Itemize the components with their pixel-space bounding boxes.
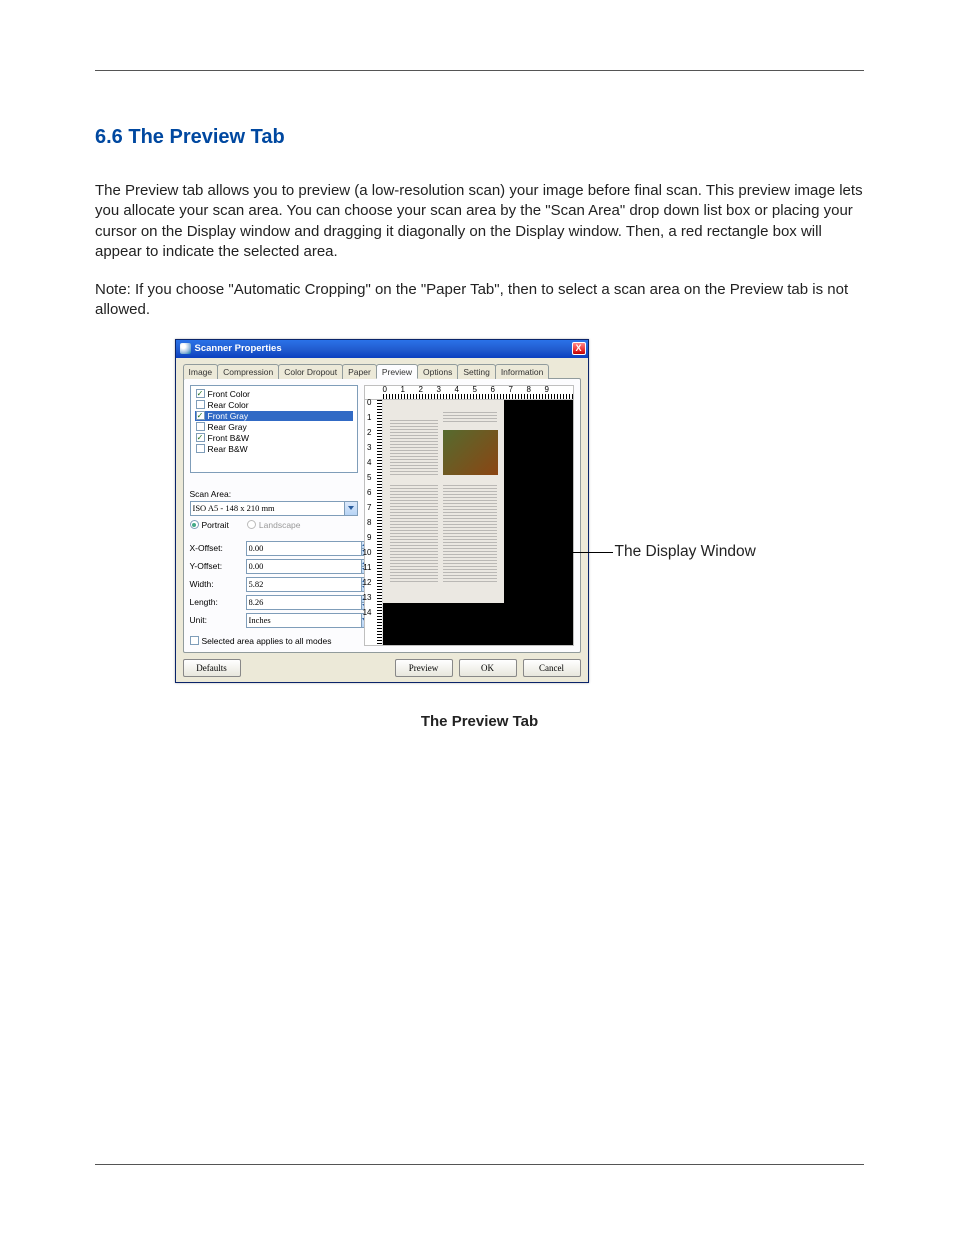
portrait-radio[interactable] <box>190 520 199 529</box>
ruler-v-tick: 3 <box>367 443 371 452</box>
ruler-vertical: 01234567891011121314 <box>365 400 383 645</box>
checkbox-icon[interactable] <box>196 389 205 398</box>
mode-label: Front B&W <box>208 433 250 443</box>
preview-photo <box>443 430 498 475</box>
unit-label: Unit: <box>190 615 242 625</box>
defaults-button[interactable]: Defaults <box>183 659 241 677</box>
titlebar[interactable]: Scanner Properties X <box>176 340 588 358</box>
scan-bed[interactable] <box>383 400 573 645</box>
xoffset-label: X-Offset: <box>190 543 242 553</box>
tab-setting[interactable]: Setting <box>457 364 495 379</box>
chevron-down-icon[interactable] <box>345 501 358 516</box>
callout-line <box>565 552 613 553</box>
width-input[interactable] <box>246 577 308 592</box>
landscape-radio <box>247 520 256 529</box>
close-icon[interactable]: X <box>572 342 586 355</box>
scan-area-label: Scan Area: <box>190 489 242 499</box>
ruler-v-tick: 7 <box>367 503 371 512</box>
window-title: Scanner Properties <box>195 343 282 354</box>
dialog-figure: Scanner Properties X ImageCompressionCol… <box>175 339 785 699</box>
note-paragraph: Note: If you choose "Automatic Cropping"… <box>95 280 864 321</box>
width-label: Width: <box>190 579 242 589</box>
mode-list[interactable]: Front ColorRear ColorFront GrayRear Gray… <box>190 385 358 473</box>
ruler-v-tick: 14 <box>363 608 372 617</box>
ruler-h-tick: 0 <box>383 385 387 394</box>
bottom-rule <box>95 1164 864 1165</box>
mode-label: Front Color <box>208 389 251 399</box>
intro-paragraph: The Preview tab allows you to preview (a… <box>95 181 864 262</box>
tab-paper[interactable]: Paper <box>342 364 377 379</box>
ruler-h-tick: 4 <box>455 385 459 394</box>
tab-compression[interactable]: Compression <box>217 364 279 379</box>
tab-options[interactable]: Options <box>417 364 458 379</box>
ruler-h-tick: 5 <box>473 385 477 394</box>
mode-label: Front Gray <box>208 411 249 421</box>
length-label: Length: <box>190 597 242 607</box>
ruler-v-tick: 10 <box>363 548 372 557</box>
ruler-h-tick: 8 <box>527 385 531 394</box>
scan-area-combo[interactable] <box>190 501 358 516</box>
yoffset-label: Y-Offset: <box>190 561 242 571</box>
tab-preview[interactable]: Preview <box>376 364 418 379</box>
ruler-v-tick: 5 <box>367 473 371 482</box>
ruler-h-tick: 7 <box>509 385 513 394</box>
mode-rear-color[interactable]: Rear Color <box>195 400 353 410</box>
tab-image[interactable]: Image <box>183 364 219 379</box>
tab-color-dropout[interactable]: Color Dropout <box>278 364 343 379</box>
mode-front-gray[interactable]: Front Gray <box>195 411 353 421</box>
mode-rear-gray[interactable]: Rear Gray <box>195 422 353 432</box>
unit-combo[interactable] <box>246 613 358 628</box>
checkbox-icon[interactable] <box>196 422 205 431</box>
tab-information[interactable]: Information <box>495 364 550 379</box>
ruler-h-tick: 1 <box>401 385 405 394</box>
ok-button[interactable]: OK <box>459 659 517 677</box>
checkbox-icon[interactable] <box>196 433 205 442</box>
mode-front-color[interactable]: Front Color <box>195 389 353 399</box>
checkbox-icon[interactable] <box>196 400 205 409</box>
applies-all-label: Selected area applies to all modes <box>202 636 332 646</box>
preview-page <box>383 400 505 603</box>
tab-strip: ImageCompressionColor DropoutPaperPrevie… <box>183 364 581 379</box>
ruler-v-tick: 0 <box>367 398 371 407</box>
ruler-h-tick: 2 <box>419 385 423 394</box>
portrait-label: Portrait <box>202 520 229 530</box>
ruler-v-tick: 11 <box>363 563 371 572</box>
scan-area-value <box>190 501 345 516</box>
ruler-h-tick: 6 <box>491 385 495 394</box>
mode-rear-b-w[interactable]: Rear B&W <box>195 444 353 454</box>
figure-caption: The Preview Tab <box>95 713 864 730</box>
app-icon <box>180 343 191 354</box>
ruler-h-tick: 9 <box>545 385 549 394</box>
ruler-v-tick: 8 <box>367 518 371 527</box>
mode-label: Rear B&W <box>208 444 248 454</box>
checkbox-icon[interactable] <box>196 411 205 420</box>
display-window[interactable]: 0123456789 01234567891011121314 <box>364 385 574 646</box>
ruler-v-tick: 9 <box>367 533 371 542</box>
ruler-v-tick: 12 <box>363 578 372 587</box>
ruler-v-tick: 1 <box>367 413 371 422</box>
scanner-properties-dialog: Scanner Properties X ImageCompressionCol… <box>175 339 589 683</box>
mode-front-b-w[interactable]: Front B&W <box>195 433 353 443</box>
mode-label: Rear Gray <box>208 422 247 432</box>
ruler-v-tick: 6 <box>367 488 371 497</box>
checkbox-icon[interactable] <box>196 444 205 453</box>
ruler-v-tick: 13 <box>363 593 372 602</box>
mode-label: Rear Color <box>208 400 249 410</box>
applies-all-checkbox[interactable] <box>190 636 199 645</box>
preview-button[interactable]: Preview <box>395 659 453 677</box>
top-rule <box>95 70 864 71</box>
yoffset-input[interactable] <box>246 559 308 574</box>
callout-label: The Display Window <box>615 541 756 563</box>
ruler-v-tick: 4 <box>367 458 371 467</box>
xoffset-input[interactable] <box>246 541 308 556</box>
ruler-h-tick: 3 <box>437 385 441 394</box>
ruler-horizontal: 0 1 2 3 4 5 6 7 8 9 <box>364 385 574 399</box>
preview-tab-panel: Front ColorRear ColorFront GrayRear Gray… <box>183 378 581 653</box>
landscape-label: Landscape <box>259 520 301 530</box>
length-input[interactable] <box>246 595 308 610</box>
section-title: 6.6 The Preview Tab <box>95 126 864 149</box>
cancel-button[interactable]: Cancel <box>523 659 581 677</box>
ruler-v-tick: 2 <box>367 428 371 437</box>
